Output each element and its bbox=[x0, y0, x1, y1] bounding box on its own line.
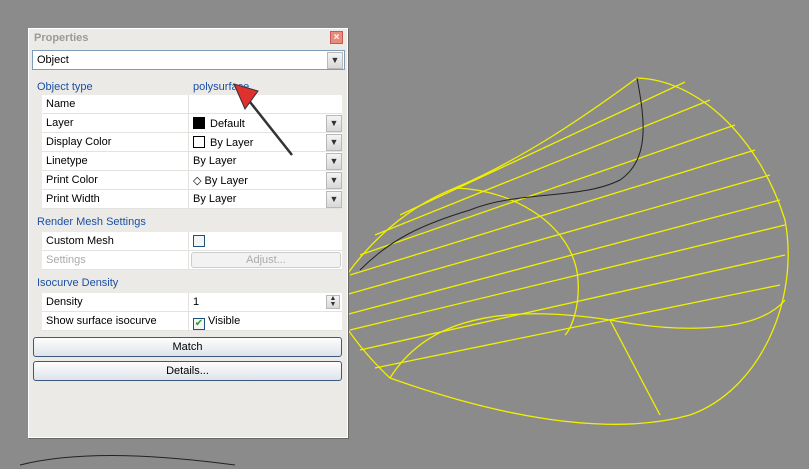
row-label: Print Color bbox=[46, 174, 98, 186]
layer-value: Default bbox=[210, 118, 245, 130]
property-row-name[interactable]: Name bbox=[42, 95, 342, 114]
object-selector[interactable]: Object ▼ bbox=[32, 50, 345, 70]
chevron-down-icon[interactable]: ▼ bbox=[326, 191, 342, 208]
selector-value: Object bbox=[37, 54, 69, 66]
render-mesh-header: Render Mesh Settings bbox=[37, 216, 146, 228]
row-label: Linetype bbox=[46, 155, 88, 167]
spinner-icon[interactable]: ▲ ▼ bbox=[326, 295, 340, 309]
close-button[interactable]: × bbox=[330, 31, 343, 44]
density-input[interactable]: 1 bbox=[188, 293, 342, 311]
property-row-layer[interactable]: Layer Default ▼ bbox=[42, 114, 342, 133]
layer-color-swatch bbox=[193, 117, 205, 129]
chevron-down-icon[interactable]: ▼ bbox=[326, 153, 342, 170]
property-row-print-width[interactable]: Print Width By Layer ▼ bbox=[42, 190, 342, 209]
panel-title: Properties bbox=[34, 32, 89, 44]
property-row-show-isocurve[interactable]: Show surface isocurve ✔ Visible bbox=[42, 312, 342, 331]
row-label: Print Width bbox=[46, 193, 100, 205]
ground-curve bbox=[19, 455, 236, 466]
polysurface-wireframe bbox=[329, 77, 789, 425]
isocurve-header: Isocurve Density bbox=[37, 277, 119, 289]
curve bbox=[359, 77, 644, 271]
visible-label: Visible bbox=[208, 315, 241, 327]
row-label: Settings bbox=[46, 254, 86, 266]
display-color-value: By Layer bbox=[210, 137, 254, 149]
row-label: Layer bbox=[46, 117, 74, 129]
property-row-density[interactable]: Density 1 ▲ ▼ bbox=[42, 293, 342, 312]
properties-panel: Properties × Object ▼ Object type polysur… bbox=[28, 28, 348, 438]
details-button[interactable]: Details... bbox=[33, 361, 342, 381]
print-color-value: ◇ By Layer bbox=[188, 171, 342, 189]
row-label: Display Color bbox=[46, 136, 112, 148]
object-type-label: Object type bbox=[37, 81, 93, 93]
name-input[interactable] bbox=[188, 95, 342, 113]
match-button[interactable]: Match bbox=[33, 337, 342, 357]
property-row-settings: Settings Adjust... bbox=[42, 251, 342, 270]
chevron-down-icon[interactable]: ▼ bbox=[326, 115, 342, 132]
custom-mesh-checkbox[interactable] bbox=[193, 235, 205, 247]
row-label: Show surface isocurve bbox=[46, 315, 157, 327]
object-type-value: polysurface bbox=[193, 81, 250, 93]
chevron-down-icon[interactable]: ▼ bbox=[326, 172, 342, 189]
chevron-down-icon[interactable]: ▼ bbox=[326, 134, 342, 151]
linetype-value: By Layer bbox=[188, 152, 342, 170]
property-row-display-color[interactable]: Display Color By Layer ▼ bbox=[42, 133, 342, 152]
adjust-button[interactable]: Adjust... bbox=[191, 252, 341, 268]
chevron-down-icon[interactable]: ▼ bbox=[327, 52, 343, 69]
display-color-swatch bbox=[193, 136, 205, 148]
row-label: Density bbox=[46, 296, 83, 308]
property-row-print-color[interactable]: Print Color ◇ By Layer ▼ bbox=[42, 171, 342, 190]
row-label: Custom Mesh bbox=[46, 235, 114, 247]
property-row-custom-mesh[interactable]: Custom Mesh bbox=[42, 232, 342, 251]
property-row-linetype[interactable]: Linetype By Layer ▼ bbox=[42, 152, 342, 171]
row-label: Name bbox=[46, 98, 76, 110]
print-width-value: By Layer bbox=[188, 190, 342, 208]
visible-checkbox[interactable]: ✔ bbox=[193, 318, 205, 330]
